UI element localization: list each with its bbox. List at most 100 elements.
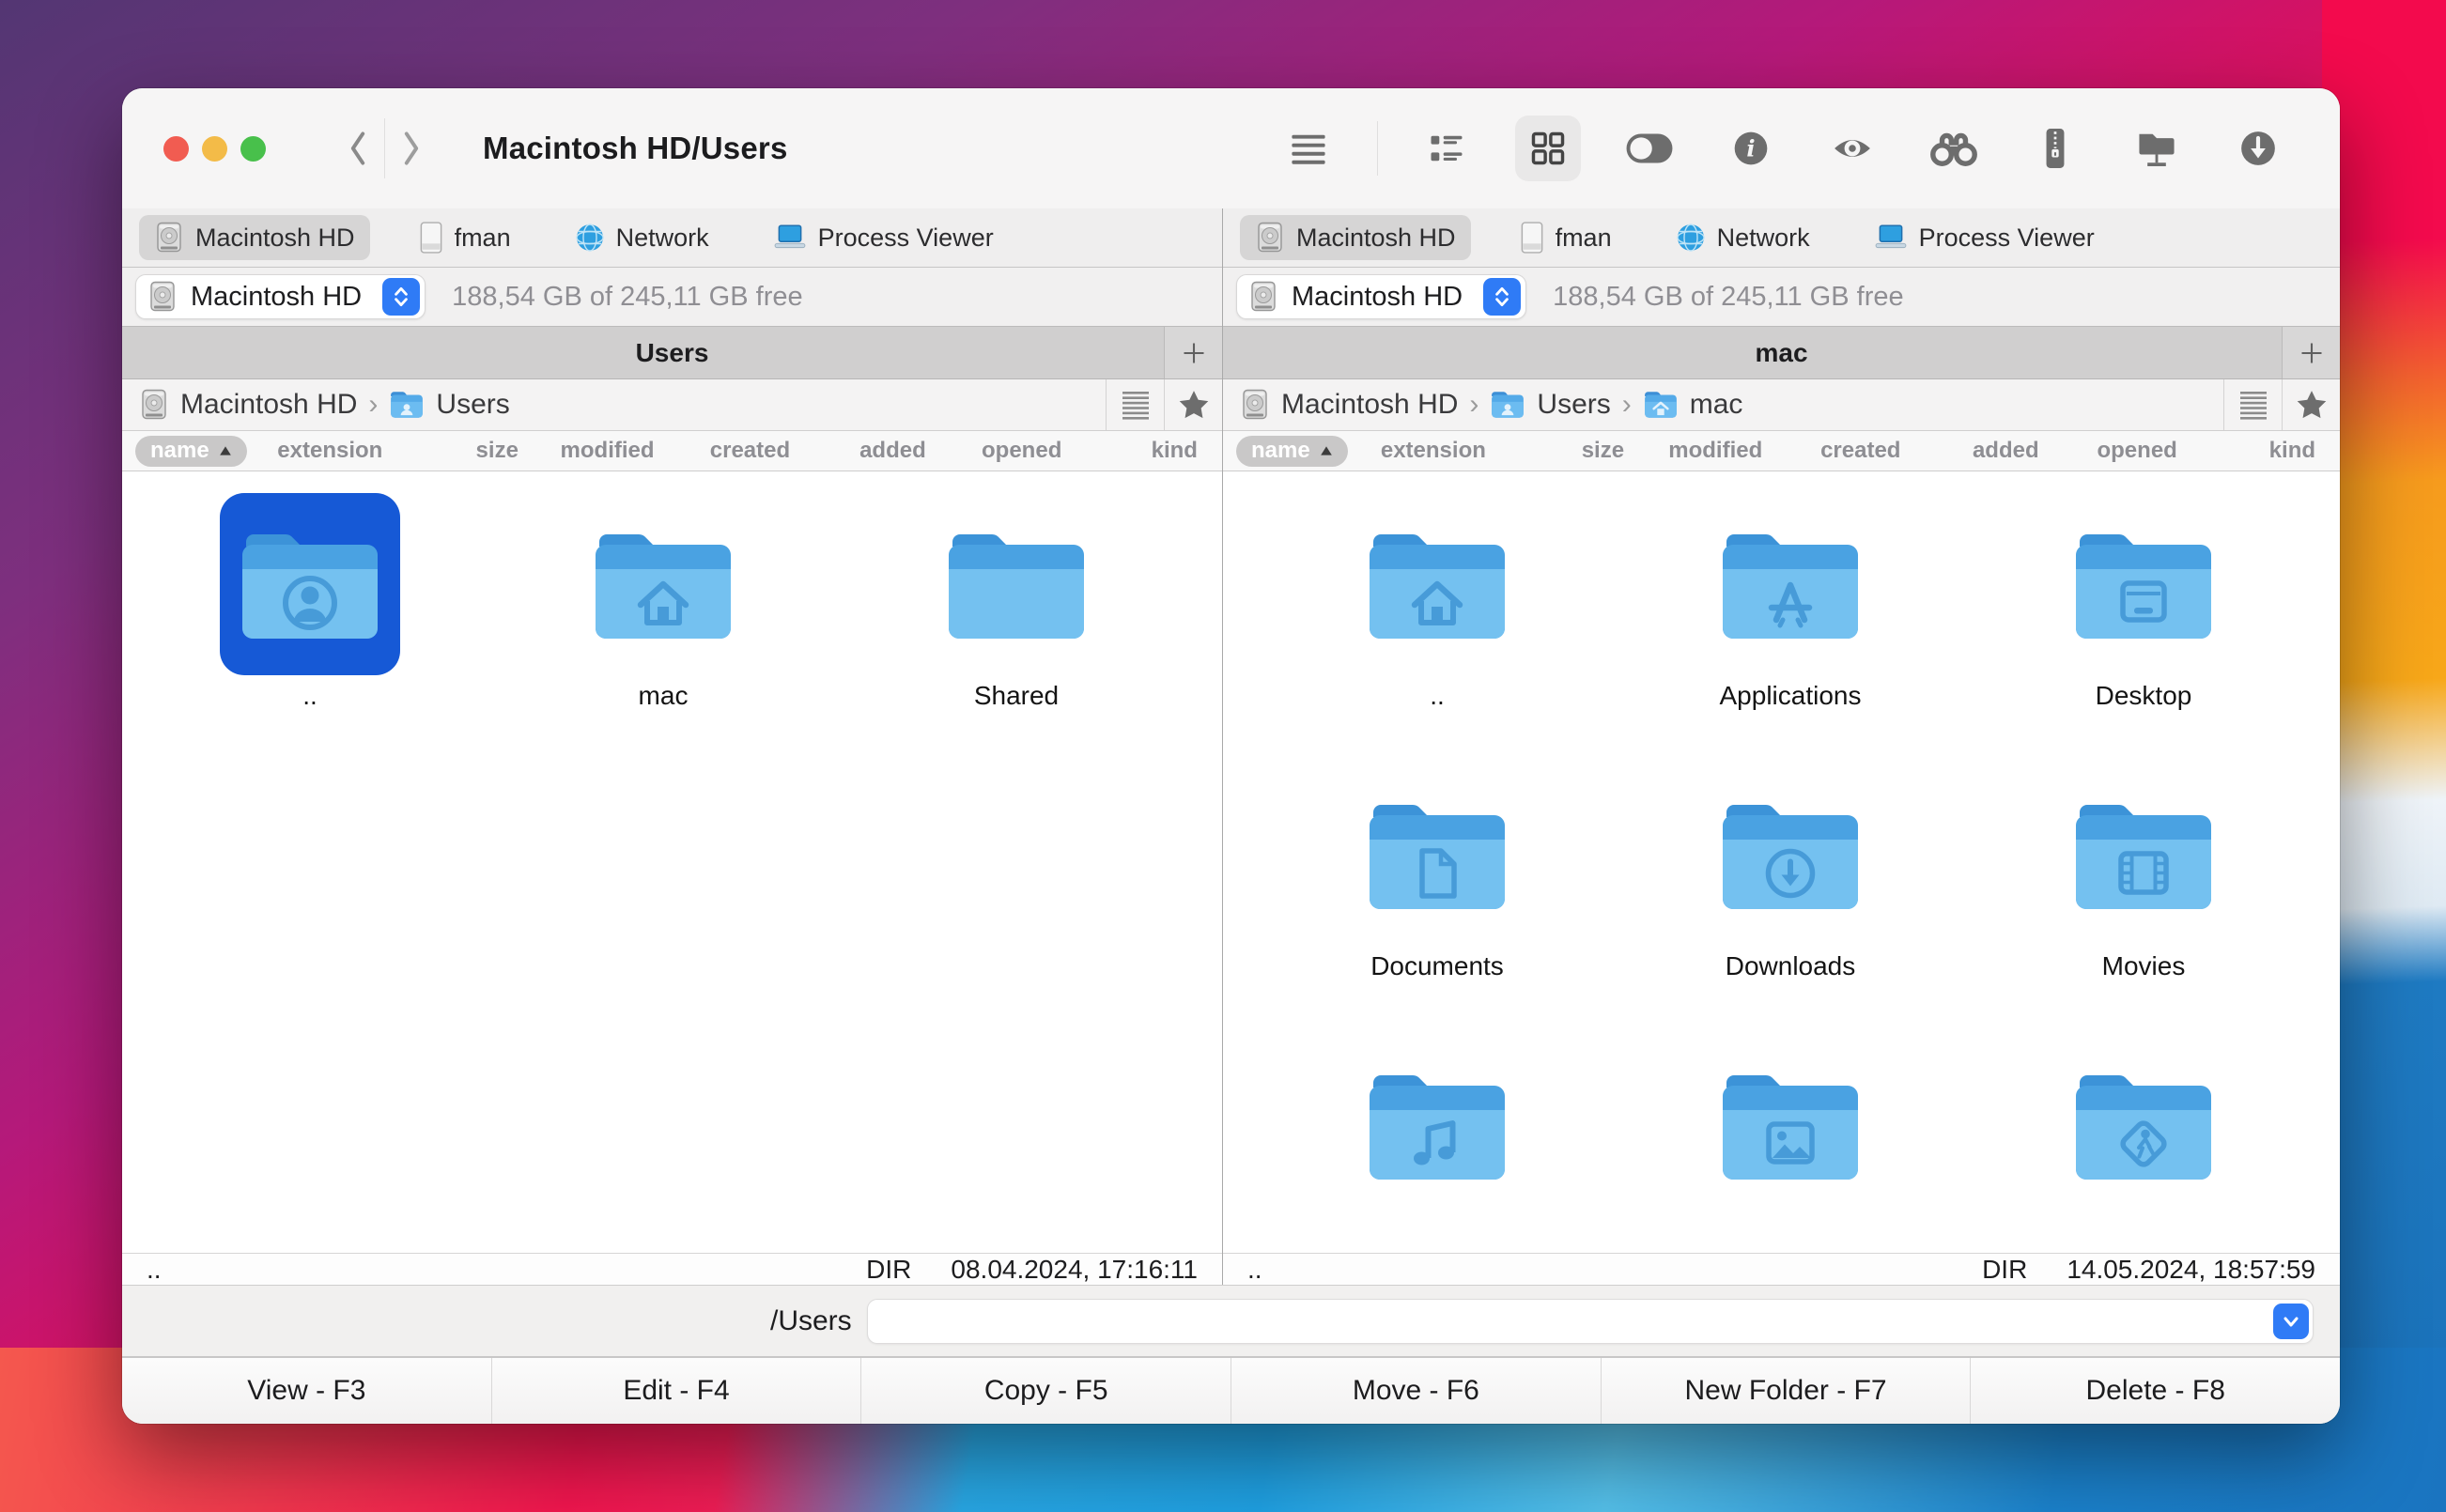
zoom-button[interactable] [240,136,266,162]
folder-tab-label: mac [1755,338,1807,368]
new-folder-f7-button[interactable]: New Folder - F7 [1601,1358,1971,1424]
file-item-downloads[interactable]: Downloads [1614,742,1967,1012]
right-file-grid: .. Applications Desktop Documents Downlo… [1223,471,2340,1253]
edit-f4-button[interactable]: Edit - F4 [491,1358,861,1424]
breadcrumb-item-mac[interactable]: mac [1643,389,1743,421]
column-header-modified[interactable]: modified [1624,438,1762,464]
file-item-folder-home[interactable]: .. [1261,471,1614,742]
favorites-button[interactable] [2282,379,2340,430]
tab-network[interactable]: Network [1661,216,1825,259]
delete-f8-button[interactable]: Delete - F8 [1970,1358,2340,1424]
column-header-opened[interactable]: opened [926,438,1062,464]
right-pane: Macintosh HD fman Network Process Viewer Ma… [1223,208,2340,1285]
tab-fman[interactable]: fman [404,215,526,260]
drive-select-stepper-icon[interactable] [382,278,420,316]
tab-fman[interactable]: fman [1505,215,1627,260]
column-header-kind[interactable]: kind [1061,438,1198,464]
left-folder-tab-bar[interactable]: Users [122,327,1222,379]
breadcrumb-label: Macintosh HD [180,389,357,421]
detail-view-button[interactable] [1414,116,1479,181]
breadcrumb-item-users[interactable]: Users [1490,389,1610,421]
column-header-size[interactable]: size [382,438,519,464]
nav-group [332,118,438,178]
sort-asc-icon [1320,445,1333,456]
archive-zip-button[interactable] [2022,116,2088,181]
folder-applications-icon [1700,493,1881,675]
list-view-icon [1288,128,1329,169]
tab-process-viewer[interactable]: Process Viewer [1859,217,2110,259]
command-history-button[interactable] [2273,1304,2309,1339]
tab-macintosh-hd[interactable]: Macintosh HD [139,215,370,260]
file-item-shared[interactable]: Shared [840,471,1193,742]
view-options-button[interactable] [1106,379,1164,430]
file-item-label: Documents [1370,950,1504,982]
file-item-label: Desktop [2096,680,2192,712]
file-item-folder-user[interactable]: .. [133,471,487,742]
column-header-size[interactable]: size [1486,438,1624,464]
left-file-grid: .. mac Shared [122,471,1222,1253]
drive-selector[interactable]: Macintosh HD [1236,274,1526,319]
status-item-name: .. [147,1255,866,1285]
network-share-button[interactable] [2124,116,2190,181]
favorites-button[interactable] [1164,379,1222,430]
column-header-name[interactable]: name [135,436,247,467]
tab-process-viewer[interactable]: Process Viewer [758,217,1009,259]
download-button[interactable] [2225,116,2291,181]
forward-button[interactable] [385,118,438,178]
minimize-button[interactable] [202,136,227,162]
file-item-movies[interactable]: Movies [1967,742,2320,1012]
harddrive-icon [1255,222,1285,254]
tab-label: fman [1556,224,1612,253]
file-item-documents[interactable]: Documents [1261,742,1614,1012]
grid-view-button[interactable] [1515,116,1581,181]
column-header-kind[interactable]: kind [2177,438,2315,464]
column-header-created[interactable]: created [655,438,791,464]
column-header-extension[interactable]: extension [247,438,383,464]
add-tab-button[interactable] [2282,327,2340,378]
toggle-panel-button[interactable] [1617,116,1682,181]
file-item-item[interactable] [1614,1012,1967,1253]
view-f3-button[interactable]: View - F3 [122,1358,491,1424]
add-tab-button[interactable] [1164,327,1222,378]
search-binoculars-button[interactable] [1921,116,1987,181]
left-pane: Macintosh HD fman Network Process Viewer Ma… [122,208,1223,1285]
right-pane-tabs: Macintosh HD fman Network Process Viewer [1223,208,2340,268]
file-manager-window: Macintosh HD/Users i Macintosh HDfmanNet… [122,88,2340,1424]
preview-eye-button[interactable] [1819,116,1885,181]
tab-network[interactable]: Network [560,216,724,259]
breadcrumb-item-macintosh-hd[interactable]: Macintosh HD [139,389,357,421]
breadcrumb-item-macintosh-hd[interactable]: Macintosh HD [1240,389,1458,421]
column-header-name[interactable]: name [1236,436,1348,467]
column-header-opened[interactable]: opened [2039,438,2177,464]
column-header-added[interactable]: added [790,438,926,464]
move-f6-button[interactable]: Move - F6 [1231,1358,1601,1424]
command-input-wrap [867,1299,2314,1344]
column-header-created[interactable]: created [1762,438,1900,464]
folder-pictures-icon [1700,1034,1881,1216]
harddrive-icon [139,389,169,421]
right-folder-tab-bar[interactable]: mac [1223,327,2340,379]
view-options-button[interactable] [2223,379,2282,430]
drive-select-stepper-icon[interactable] [1483,278,1521,316]
drive-icon [419,222,443,254]
copy-f5-button[interactable]: Copy - F5 [860,1358,1231,1424]
file-item-desktop[interactable]: Desktop [1967,471,2320,742]
column-header-modified[interactable]: modified [519,438,655,464]
file-item-item[interactable] [1261,1012,1614,1253]
info-button[interactable]: i [1718,116,1784,181]
breadcrumb-item-users[interactable]: Users [389,389,509,421]
breadcrumb-separator: › [368,389,378,421]
back-button[interactable] [332,118,384,178]
close-button[interactable] [163,136,189,162]
command-input[interactable] [867,1299,2314,1344]
drive-name: Macintosh HD [1292,282,1470,313]
column-header-extension[interactable]: extension [1348,438,1486,464]
file-item-item[interactable] [1967,1012,2320,1253]
tab-macintosh-hd[interactable]: Macintosh HD [1240,215,1471,260]
file-item-mac[interactable]: mac [487,471,840,742]
drive-selector[interactable]: Macintosh HD [135,274,426,319]
file-item-applications[interactable]: Applications [1614,471,1967,742]
column-header-added[interactable]: added [1900,438,2038,464]
list-view-button[interactable] [1276,116,1341,181]
harddrive-icon [154,222,184,254]
